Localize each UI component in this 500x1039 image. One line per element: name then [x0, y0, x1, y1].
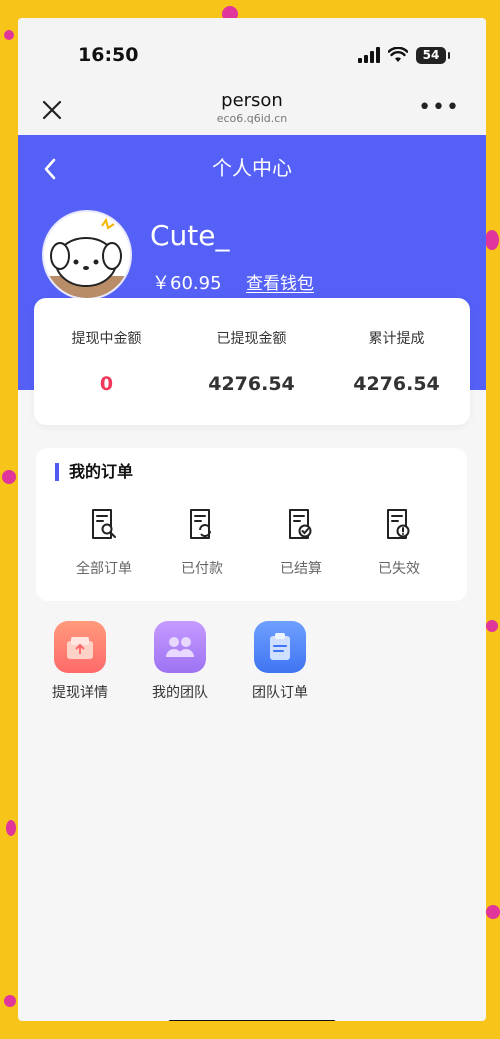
background-dot	[4, 995, 16, 1007]
document-check-icon	[289, 509, 312, 539]
stat-value: 0	[99, 373, 114, 395]
withdraw-icon	[54, 621, 106, 673]
clipboard-icon	[254, 621, 306, 673]
document-refresh-icon	[190, 509, 211, 539]
background-dot	[486, 620, 498, 632]
order-label: 全部订单	[76, 561, 132, 577]
document-alert-icon	[387, 509, 410, 539]
status-time: 16:50	[78, 44, 139, 66]
background-dot	[2, 470, 16, 484]
feature-label: 团队订单	[252, 685, 308, 701]
team-icon	[154, 621, 206, 673]
signal-icon	[358, 47, 380, 63]
stat-label: 已提现金额	[216, 331, 287, 347]
my-orders-card: 我的订单 全部订单 已付款 已结算 已失效	[36, 448, 467, 601]
phone-screen: 16:50 54 person eco6.q6id.cn ••• 个人中心 Cu…	[18, 18, 486, 1021]
battery-icon: 54	[416, 46, 450, 64]
stat-label: 累计提成	[368, 331, 425, 347]
avatar-dog-image	[44, 212, 130, 298]
stat-label: 提现中金额	[71, 331, 142, 347]
status-bar: 16:50 54	[18, 18, 486, 96]
feature-my-team[interactable]: 我的团队	[130, 621, 230, 702]
stat-value: 4276.54	[353, 373, 440, 395]
status-icons: 54	[358, 46, 450, 64]
browser-title: person	[221, 90, 283, 111]
avatar[interactable]	[42, 210, 132, 300]
order-label: 已付款	[181, 561, 223, 577]
order-expired[interactable]: 已失效	[354, 508, 444, 578]
stat-withdrawing: 提现中金额 0	[34, 328, 179, 395]
background-dot	[485, 230, 499, 250]
page-title: 个人中心	[212, 156, 292, 180]
orders-title: 我的订单	[55, 463, 133, 481]
stat-withdrawn: 已提现金额 4276.54	[179, 328, 324, 395]
background-dot	[4, 30, 14, 40]
stat-total-commission: 累计提成 4276.54	[324, 328, 469, 395]
clipboard-glyph	[270, 633, 290, 660]
home-indicator	[168, 1020, 336, 1021]
order-label: 已失效	[378, 561, 420, 577]
order-paid[interactable]: 已付款	[157, 508, 247, 578]
earnings-card: 提现中金额 0 已提现金额 4276.54 累计提成 4276.54	[34, 298, 470, 425]
browser-url: eco6.q6id.cn	[216, 112, 288, 125]
username: Cute_	[150, 219, 230, 252]
feature-label: 提现详情	[52, 685, 108, 701]
withdraw-glyph	[67, 637, 93, 659]
stat-value: 4276.54	[208, 373, 295, 395]
more-icon[interactable]: •••	[418, 97, 460, 119]
order-label: 已结算	[280, 561, 322, 577]
wifi-icon	[388, 47, 408, 62]
browser-bar: person eco6.q6id.cn •••	[18, 90, 486, 136]
order-settled[interactable]: 已结算	[256, 508, 346, 578]
background-dot	[486, 905, 500, 919]
document-search-icon	[92, 509, 116, 539]
feature-label: 我的团队	[152, 685, 208, 701]
feature-withdraw-details[interactable]: 提现详情	[30, 621, 130, 702]
team-glyph	[166, 637, 194, 657]
balance: ￥60.95	[152, 273, 222, 294]
feature-team-orders[interactable]: 团队订单	[230, 621, 330, 702]
order-all[interactable]: 全部订单	[59, 508, 149, 578]
view-wallet-link[interactable]: 查看钱包	[246, 269, 314, 294]
background-dot	[6, 820, 16, 836]
